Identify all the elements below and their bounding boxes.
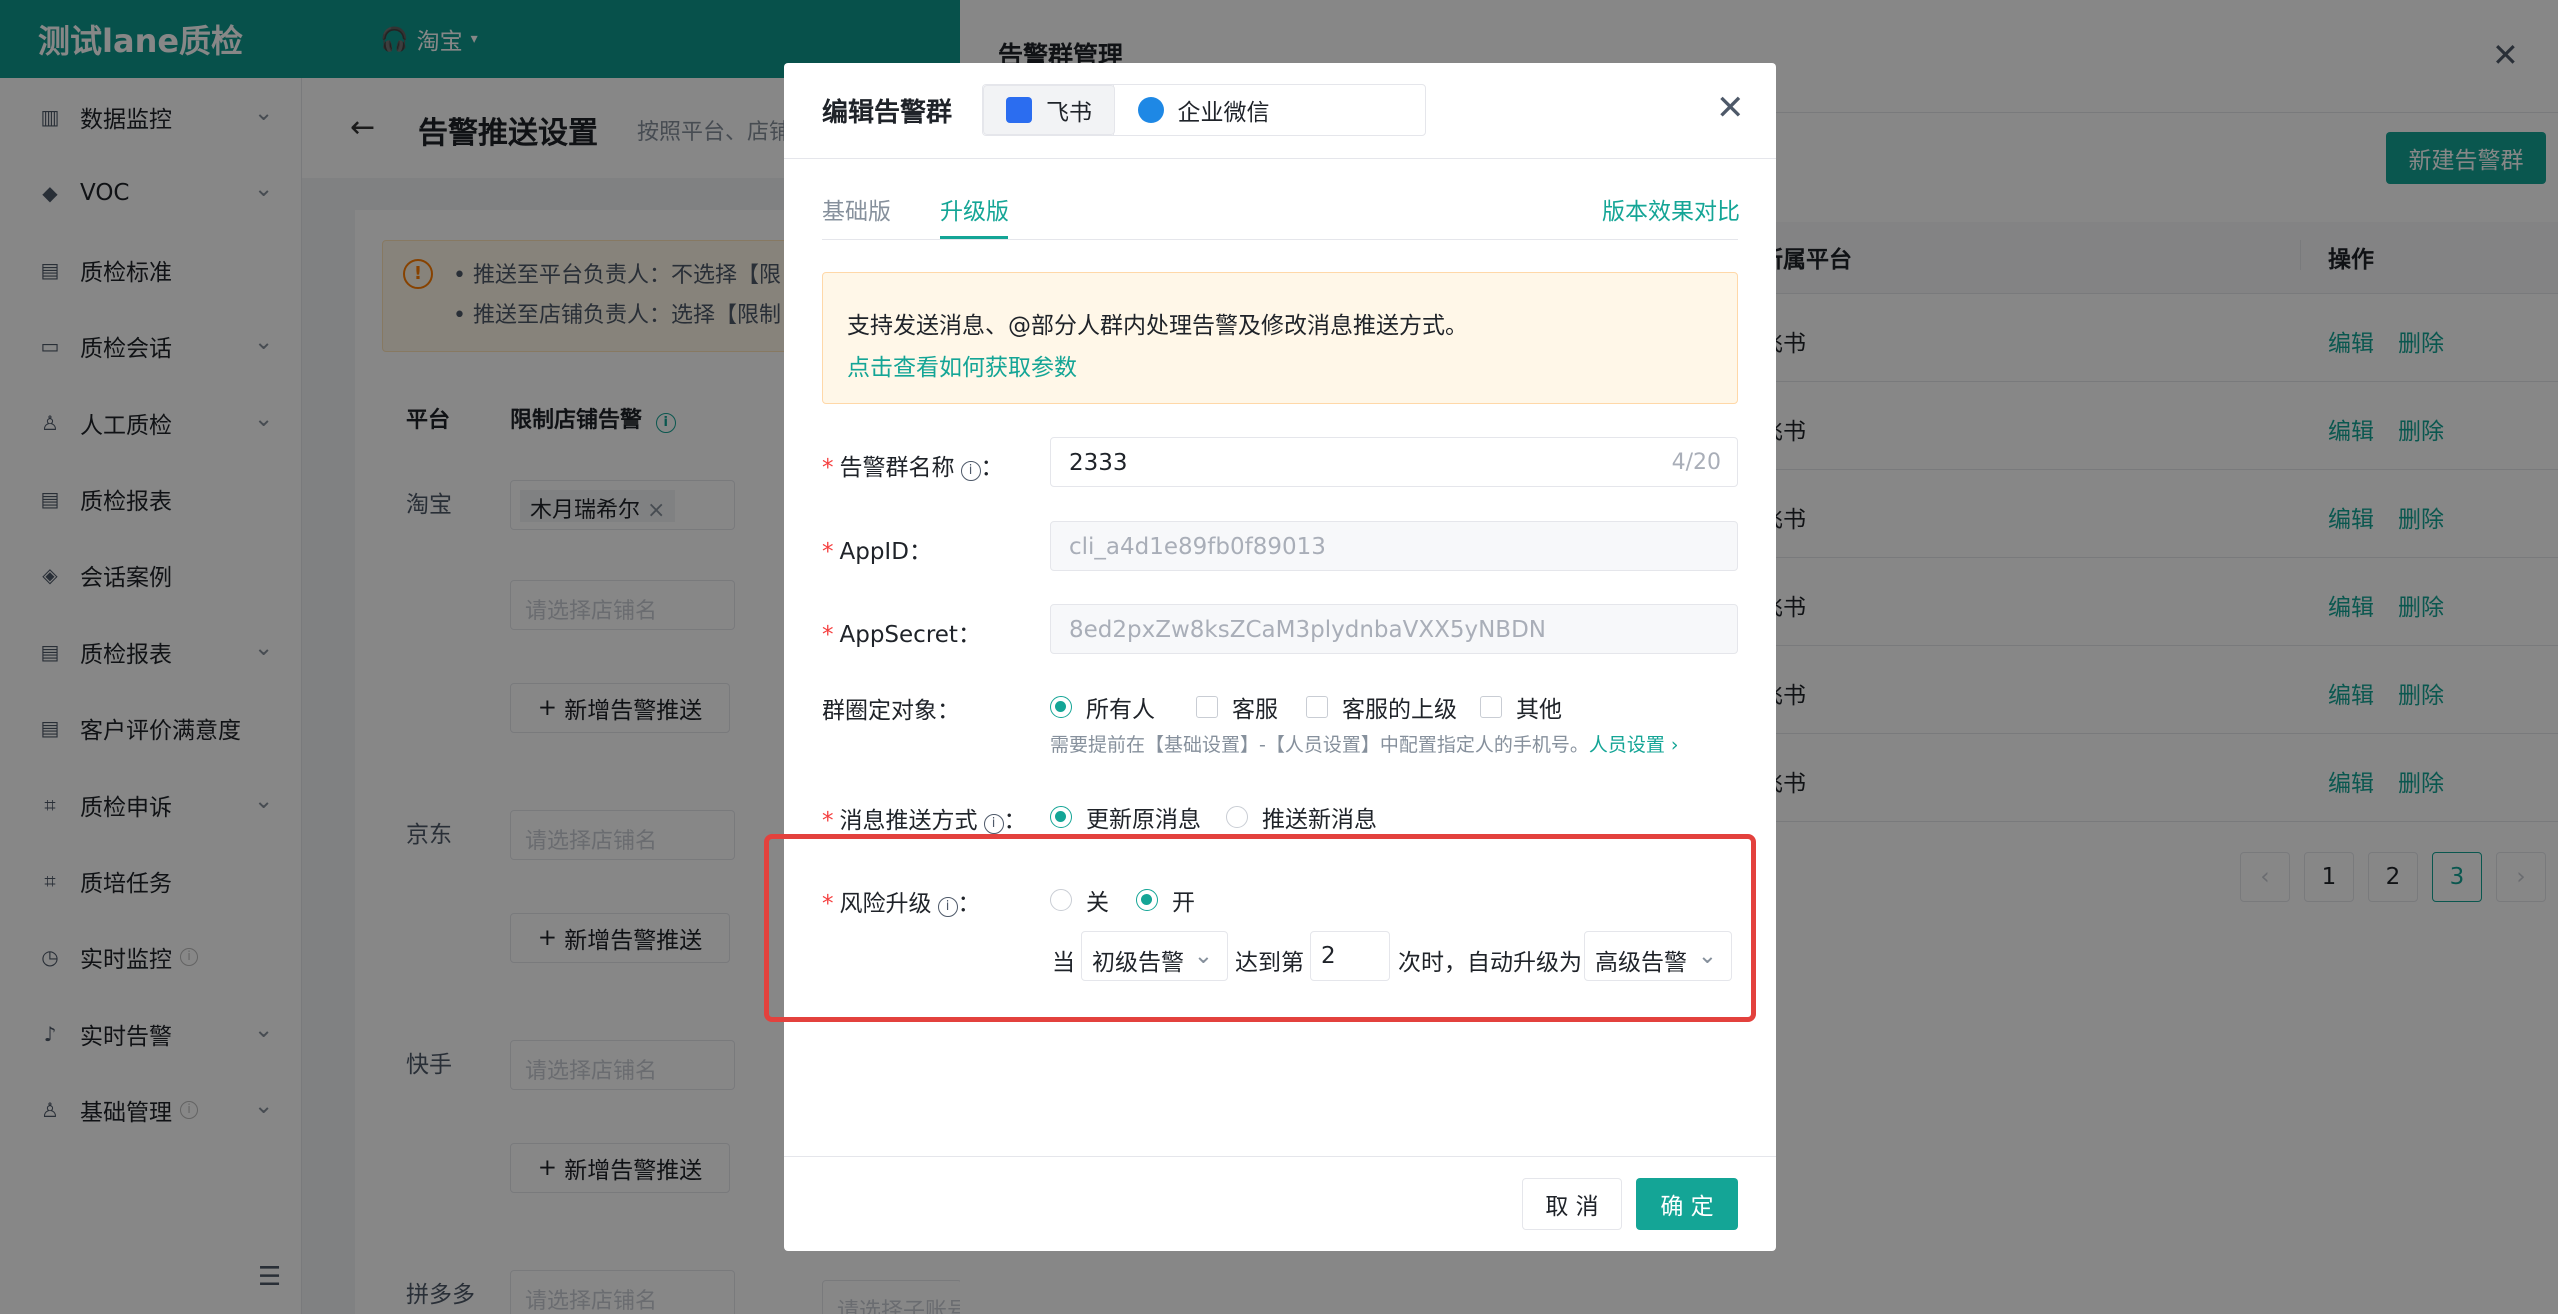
info-icon: i [983, 814, 1004, 834]
appsecret-label: * AppSecret： [822, 622, 981, 648]
checkbox [1306, 696, 1328, 718]
channel-tab-wecom[interactable]: 企业微信 [1114, 85, 1293, 135]
info-icon: i [960, 461, 981, 481]
radio [1226, 806, 1248, 828]
group-name-label: * 告警群名称 i： [822, 455, 1004, 481]
highlight-box [764, 834, 1756, 1022]
tip-text: 支持发送消息、@部分人群内处理告警及修改消息推送方式。 [847, 313, 1468, 339]
char-count: 4/20 [1671, 450, 1721, 475]
close-icon[interactable]: ✕ [1716, 88, 1745, 128]
target-option-other[interactable]: 其他 [1480, 690, 1562, 724]
tabs-baseline [822, 239, 1738, 240]
feishu-icon [1006, 97, 1032, 123]
group-name-input[interactable]: 2333 4/20 [1050, 437, 1738, 487]
edit-alert-group-modal [784, 63, 1776, 1251]
appid-label: * AppID： [822, 539, 932, 565]
how-to-get-params-link[interactable]: 点击查看如何获取参数 [847, 348, 1077, 382]
radio-checked [1050, 806, 1072, 828]
tab-upgrade[interactable]: 升级版 [940, 192, 1009, 226]
push-mode-label: * 消息推送方式 i： [822, 808, 1027, 834]
push-mode-new[interactable]: 推送新消息 [1226, 800, 1377, 834]
active-tab-indicator [940, 236, 1008, 239]
target-option-all[interactable]: 所有人 [1050, 690, 1155, 724]
channel-tabs: 钉钉 飞书 企业微信 [982, 84, 1426, 136]
appsecret-input[interactable]: 8ed2pxZw8ksZCaM3plydnbaVXX5yNBDN [1050, 604, 1738, 654]
confirm-button[interactable]: 确 定 [1636, 1178, 1738, 1230]
divider [784, 1156, 1776, 1157]
push-mode-update[interactable]: 更新原消息 [1050, 800, 1201, 834]
target-option-agent-leader[interactable]: 客服的上级 [1306, 690, 1457, 724]
wecom-icon [1137, 97, 1164, 123]
version-compare-link[interactable]: 版本效果对比 [1602, 192, 1740, 226]
personnel-settings-link[interactable]: 人员设置 › [1589, 734, 1679, 756]
target-label: 群圈定对象： [822, 698, 960, 724]
modal-title: 编辑告警群 [822, 98, 953, 128]
divider [784, 158, 1776, 159]
radio-checked [1050, 696, 1072, 718]
checkbox [1196, 696, 1218, 718]
appid-input[interactable]: cli_a4d1e89fb0f89013 [1050, 521, 1738, 571]
cancel-button[interactable]: 取 消 [1522, 1178, 1622, 1230]
checkbox [1480, 696, 1502, 718]
target-helper-text: 需要提前在【基础设置】-【人员设置】中配置指定人的手机号。人员设置 › [1050, 734, 1679, 756]
tab-basic[interactable]: 基础版 [822, 192, 891, 226]
target-option-agent[interactable]: 客服 [1196, 690, 1278, 724]
channel-tab-feishu[interactable]: 飞书 [983, 85, 1115, 135]
